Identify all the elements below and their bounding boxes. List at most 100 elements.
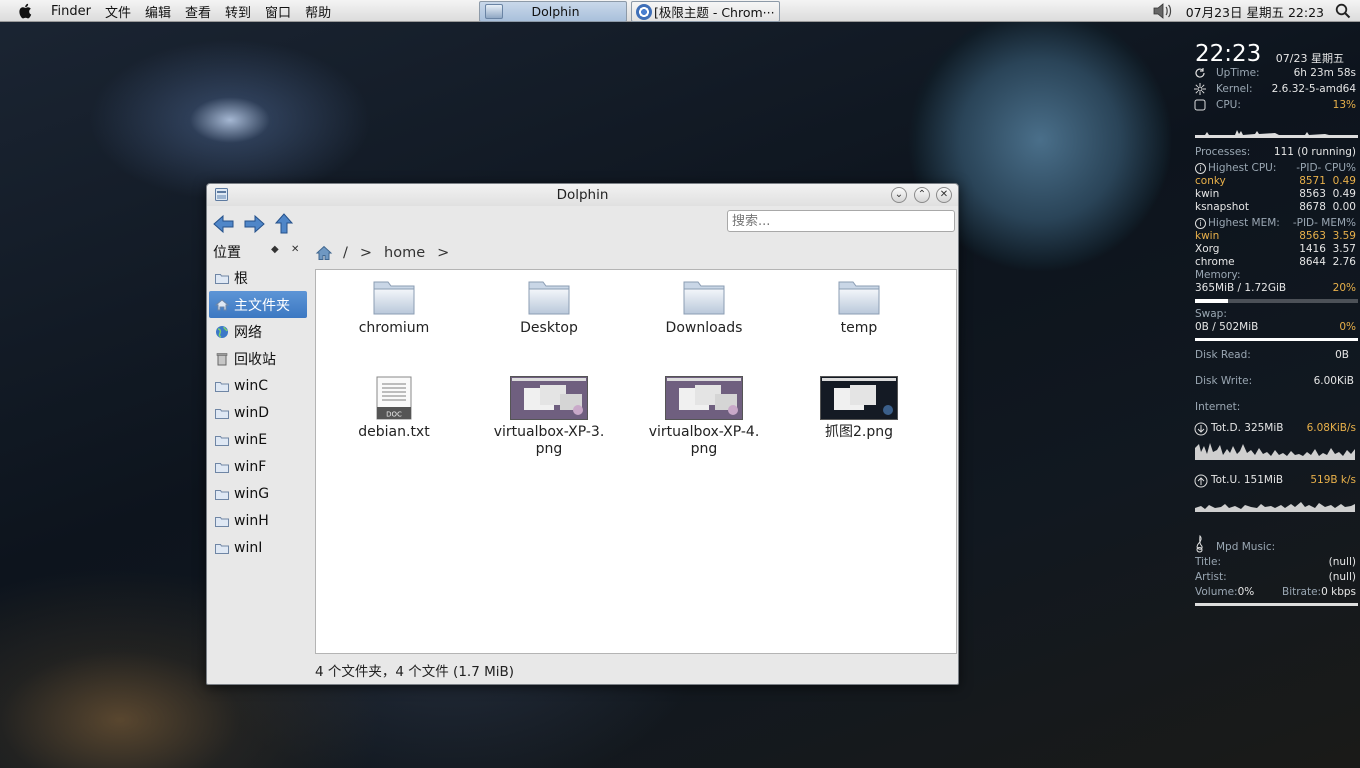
highest-mem-label: Highest MEM: — [1208, 217, 1280, 229]
sidebar-item-根[interactable]: 根 — [209, 264, 307, 291]
search-input[interactable] — [727, 210, 955, 232]
up-arrow-icon[interactable] — [272, 212, 296, 236]
task-label: Dolphin — [531, 4, 580, 19]
proc-val: 2.76 — [1332, 256, 1356, 268]
spotlight-search-icon[interactable] — [1334, 2, 1352, 20]
folder-item[interactable]: chromium — [324, 276, 464, 337]
memory-label-row: Memory: — [1192, 269, 1358, 282]
processes-row: Processes: 111 (0 running) — [1192, 146, 1358, 159]
kernel-value: 2.6.32-5-amd64 — [1271, 83, 1356, 95]
sidebar-item-网络[interactable]: 网络 — [209, 318, 307, 345]
sidebar-item-winC[interactable]: winC — [209, 372, 307, 399]
home-icon[interactable] — [315, 244, 333, 262]
maximize-button[interactable]: ⌃ — [914, 187, 930, 203]
window-titlebar[interactable]: Dolphin ⌄ ⌃ ✕ — [207, 184, 958, 206]
chevron-up-icon: ⌃ — [917, 189, 927, 200]
volume-label: Volume: — [1195, 586, 1238, 598]
highest-cpu-label: Highest CPU: — [1208, 162, 1277, 174]
back-arrow-icon[interactable] — [212, 212, 236, 236]
conky-system-monitor: 22:23 07/23 星期五 UpTime: 6h 23m 58s Kerne… — [1192, 40, 1358, 609]
task-dolphin[interactable]: Dolphin — [479, 1, 627, 22]
folder-item[interactable]: temp — [789, 276, 929, 337]
sidebar-item-winH[interactable]: winH — [209, 507, 307, 534]
proc-name: kwin — [1195, 230, 1220, 242]
menu-view[interactable]: 查看 — [185, 2, 211, 21]
mpd-title-row: Title: (null) — [1192, 556, 1358, 569]
sidebar-item-winF[interactable]: winF — [209, 453, 307, 480]
highest-mem-header: i Highest MEM: -PID- MEM% — [1192, 217, 1358, 230]
svg-text:DOC: DOC — [386, 411, 402, 419]
sidebar-item-label: 主文件夹 — [234, 297, 290, 314]
processes-label: Processes: — [1195, 146, 1251, 158]
proc-val: 0.49 — [1332, 175, 1356, 187]
menu-go[interactable]: 转到 — [225, 2, 251, 21]
menu-file[interactable]: 文件 — [105, 2, 131, 21]
upload-rate: 519B k/s — [1310, 474, 1356, 486]
close-icon: ✕ — [939, 189, 949, 200]
memory-bar — [1195, 299, 1358, 303]
item-label: 抓图2.png — [824, 424, 893, 440]
close-button[interactable]: ✕ — [936, 187, 952, 203]
folder-icon — [324, 276, 464, 316]
highest-cpu-header: i Highest CPU: -PID- CPU% — [1192, 162, 1358, 175]
folder-icon — [215, 461, 234, 473]
folder-item[interactable]: Downloads — [634, 276, 774, 337]
file-item[interactable]: 抓图2.png — [789, 376, 929, 441]
proc-val: 0.49 — [1332, 188, 1356, 200]
proc-val: 3.59 — [1332, 230, 1356, 242]
menubar-clock[interactable]: 07月23日 星期五 22:23 — [1186, 2, 1324, 21]
sidebar-item-winI[interactable]: winI — [209, 534, 307, 561]
globe-icon — [215, 325, 234, 339]
disk-read-row: Disk Read: 0B — [1192, 349, 1358, 362]
file-item[interactable]: virtualbox-XP-4. png — [634, 376, 774, 458]
sidebar-item-label: winI — [234, 539, 263, 556]
sidebar-item-label: 根 — [234, 270, 248, 287]
menu-finder[interactable]: Finder — [51, 4, 91, 19]
task-chrome[interactable]: [极限主题 - Chrom··· — [631, 1, 780, 22]
music-clef-icon — [1196, 535, 1203, 553]
places-panel: 位置 ◆ ✕ 根主文件夹 网络 回收站 winC winD winE winF winG win… — [209, 240, 309, 678]
menu-edit[interactable]: 编辑 — [145, 2, 171, 21]
proc-name: ksnapshot — [1195, 201, 1249, 213]
menu-window[interactable]: 窗口 — [265, 2, 291, 21]
mpd-label: Mpd Music: — [1216, 541, 1276, 553]
status-bar: 4 个文件夹，4 个文件 (1.7 MiB) — [315, 664, 515, 680]
folder-icon — [789, 276, 929, 316]
trash-icon — [215, 352, 234, 366]
volume-icon[interactable] — [1152, 2, 1174, 20]
cpu-value: 13% — [1332, 99, 1356, 111]
upload-total: Tot.U. 151MiB — [1211, 474, 1284, 486]
conky-time: 22:23 — [1195, 41, 1262, 67]
processes-value: 111 (0 running) — [1273, 146, 1356, 158]
proc-pid: 8644 — [1299, 256, 1326, 268]
menu-help[interactable]: 帮助 — [305, 2, 331, 21]
disk-write-row: Disk Write: 6.00KiB — [1192, 375, 1358, 388]
panel-float-icon[interactable]: ◆ — [271, 244, 279, 255]
download-icon — [1194, 422, 1208, 436]
item-label: Downloads — [665, 320, 743, 336]
folder-item[interactable]: Desktop — [479, 276, 619, 337]
sidebar-item-winE[interactable]: winE — [209, 426, 307, 453]
minimize-button[interactable]: ⌄ — [891, 187, 907, 203]
proc-pid: 8571 — [1299, 175, 1326, 187]
cpu-columns: -PID- CPU% — [1296, 162, 1356, 174]
sidebar-item-winG[interactable]: winG — [209, 480, 307, 507]
mpd-volume-row: Volume:0% Bitrate:0 kbps — [1192, 586, 1358, 599]
proc-pid: 8678 — [1299, 201, 1326, 213]
panel-splitter[interactable] — [308, 240, 312, 678]
apple-icon[interactable] — [18, 3, 32, 19]
breadcrumb-home[interactable]: home — [384, 245, 425, 261]
file-item[interactable]: virtualbox-XP-3. png — [479, 376, 619, 458]
sidebar-item-回收站[interactable]: 回收站 — [209, 345, 307, 372]
file-item[interactable]: DOC debian.txt — [324, 376, 464, 441]
sidebar-item-label: winD — [234, 404, 269, 421]
forward-arrow-icon[interactable] — [242, 212, 266, 236]
sidebar-item-winD[interactable]: winD — [209, 399, 307, 426]
sidebar-item-主文件夹[interactable]: 主文件夹 — [209, 291, 307, 318]
mpd-title-value: (null) — [1328, 556, 1356, 568]
panel-close-icon[interactable]: ✕ — [291, 244, 299, 255]
proc-name: kwin — [1195, 188, 1220, 200]
breadcrumb-root[interactable]: / — [343, 245, 348, 261]
download-row: Tot.D. 325MiB 6.08KiB/s — [1192, 422, 1358, 436]
cpu-proc-row: kwin 8563 0.49 — [1192, 188, 1358, 201]
